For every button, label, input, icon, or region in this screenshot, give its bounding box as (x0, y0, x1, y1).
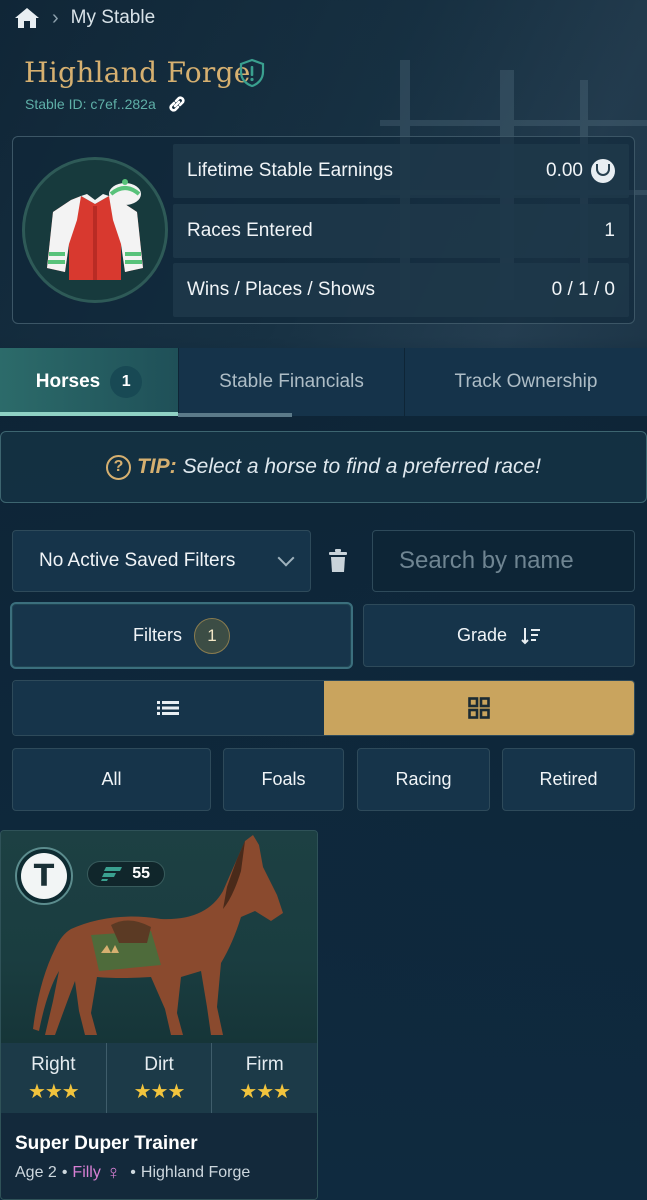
female-icon: ♀ (105, 1162, 121, 1184)
category-foals-button[interactable]: Foals (223, 748, 344, 811)
view-mode-toggle (12, 680, 635, 736)
filters-count-badge: 1 (194, 617, 230, 654)
stat-label: Lifetime Stable Earnings (187, 160, 393, 181)
category-racing-button[interactable]: Racing (357, 748, 490, 811)
grid-view-button[interactable] (323, 681, 634, 735)
horse-meta: Age 2 • Filly ♀ • Highland Forge (15, 1163, 303, 1183)
home-icon[interactable] (14, 7, 40, 29)
stat-value: 0 / 1 / 0 (551, 279, 615, 300)
horse-rating: 55 (132, 865, 150, 882)
saved-filters-value: No Active Saved Filters (39, 550, 236, 571)
surface-label: Dirt (144, 1054, 174, 1075)
copy-link-icon[interactable] (166, 94, 188, 114)
surface-condition: Firm ★★★ (212, 1043, 317, 1113)
list-view-button[interactable] (13, 681, 324, 735)
horse-name: Super Duper Trainer (15, 1133, 198, 1154)
horse-age: Age 2 (15, 1164, 57, 1181)
stable-name: Highland Forge (24, 56, 251, 89)
tab-horses[interactable]: Horses 1 (0, 348, 179, 416)
stat-value: 1 (604, 220, 615, 241)
horse-count-badge: 1 (110, 366, 143, 398)
jockey-silks-avatar (22, 157, 168, 303)
surface-direction: Right ★★★ (1, 1043, 107, 1113)
tab-label: Horses (35, 371, 101, 392)
trainer-initial: T (21, 853, 67, 899)
horse-rating-pill: 55 (87, 861, 165, 887)
tab-stable-financials[interactable]: Stable Financials (179, 348, 405, 416)
tip-banner: ? TIP: Select a horse to find a preferre… (0, 431, 647, 503)
sort-grade-button[interactable]: Grade (363, 604, 635, 667)
saved-filters-dropdown[interactable]: No Active Saved Filters (12, 530, 311, 592)
chevron-right-icon: › (52, 7, 59, 29)
separator-dot: • (61, 1164, 68, 1181)
stat-wins-places-shows: Wins / Places / Shows 0 / 1 / 0 (173, 263, 629, 317)
tip-label: TIP: (136, 455, 177, 478)
stable-tabs: Horses 1 Stable Financials Track Ownersh… (0, 348, 647, 416)
breadcrumb-current: My Stable (70, 7, 156, 28)
tab-label: Stable Financials (219, 371, 364, 392)
shield-icon[interactable] (238, 58, 266, 88)
speed-icon (101, 867, 122, 881)
tab-label: Track Ownership (454, 371, 598, 392)
stat-races-entered: Races Entered 1 (173, 204, 629, 258)
tip-text: Select a horse to find a preferred race! (182, 455, 542, 478)
sort-label: Grade (456, 625, 508, 645)
separator-dot: • (125, 1164, 136, 1181)
breadcrumb: › My Stable (14, 4, 155, 32)
category-retired-button[interactable]: Retired (502, 748, 635, 811)
horse-sex: Filly (72, 1164, 101, 1181)
surface-label: Firm (245, 1054, 284, 1075)
grid-icon (467, 697, 490, 719)
question-icon: ? (105, 454, 131, 480)
filters-button[interactable]: Filters 1 (10, 602, 353, 669)
horse-card[interactable]: T 55 Right ★★★ Dirt ★★★ Firm ★★★ Super D… (0, 830, 318, 1200)
stat-label: Wins / Places / Shows (187, 279, 375, 300)
trainer-badge: T (15, 847, 73, 905)
tabs-scroll-indicator[interactable] (178, 413, 292, 417)
stat-label: Races Entered (187, 220, 313, 241)
list-icon (157, 701, 180, 715)
surface-type: Dirt ★★★ (107, 1043, 213, 1113)
stable-id: Stable ID: c7ef..282a (25, 96, 156, 112)
trash-icon[interactable] (329, 549, 347, 573)
sort-descending-icon (521, 627, 541, 645)
horse-stable: Highland Forge (140, 1164, 251, 1181)
coin-icon (591, 159, 615, 183)
tab-track-ownership[interactable]: Track Ownership (405, 348, 647, 416)
horse-card-footer: Super Duper Trainer Age 2 • Filly ♀ • Hi… (1, 1113, 317, 1199)
search-input[interactable] (372, 530, 635, 592)
surface-label: Right (31, 1054, 76, 1075)
category-all-button[interactable]: All (12, 748, 211, 811)
stat-value: 0.00 (546, 160, 583, 181)
surface-preferences: Right ★★★ Dirt ★★★ Firm ★★★ (1, 1043, 317, 1113)
filters-label: Filters (133, 625, 182, 645)
star-rating: ★★★ (239, 1081, 291, 1103)
stable-stats-panel: Lifetime Stable Earnings 0.00 Races Ente… (12, 136, 635, 324)
star-rating: ★★★ (27, 1081, 80, 1103)
star-rating: ★★★ (133, 1081, 186, 1103)
chevron-down-icon (277, 549, 295, 567)
stat-lifetime-earnings: Lifetime Stable Earnings 0.00 (173, 144, 629, 198)
